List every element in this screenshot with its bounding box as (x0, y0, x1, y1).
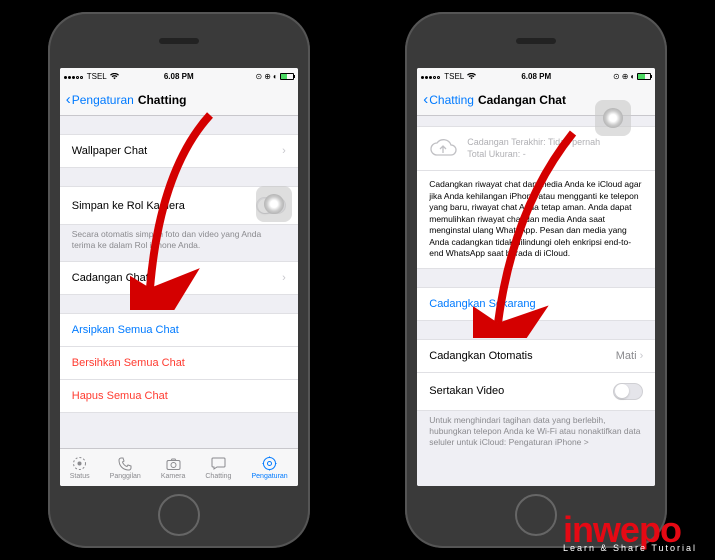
chevron-left-icon: ‹ (66, 92, 71, 107)
back-label: Chatting (429, 93, 474, 107)
tab-settings[interactable]: Pengaturan (251, 456, 287, 480)
signal-dots-icon (64, 72, 84, 81)
content-area: Wallpaper Chat › Simpan ke Rol Kamera Se… (60, 116, 298, 448)
tab-camera[interactable]: Kamera (161, 456, 186, 480)
row-label: Simpan ke Rol Kamera (72, 200, 185, 212)
row-label: Bersihkan Semua Chat (72, 357, 185, 369)
cloud-total-size: Total Ukuran: - (467, 149, 600, 161)
location-icon: ◐ (273, 72, 278, 81)
row-label: Hapus Semua Chat (72, 390, 168, 402)
tab-calls[interactable]: Panggilan (110, 456, 141, 480)
tab-label: Panggilan (110, 473, 141, 480)
battery-icon (280, 73, 294, 80)
wifi-icon (110, 73, 119, 80)
camera-icon (165, 456, 181, 472)
toggle-switch[interactable] (613, 383, 643, 400)
page-title: Chatting (138, 93, 187, 107)
status-bar: TSEL 6.08 PM ⊙ ⊕ ◐ (417, 68, 655, 84)
battery-icon (637, 73, 651, 80)
row-delete-all[interactable]: Hapus Semua Chat (60, 380, 298, 413)
assistive-touch-icon[interactable] (595, 100, 631, 136)
row-archive-all[interactable]: Arsipkan Semua Chat (60, 313, 298, 347)
row-clear-all[interactable]: Bersihkan Semua Chat (60, 347, 298, 380)
rotation-lock-icon: ⊕ (622, 72, 629, 81)
row-label: Wallpaper Chat (72, 145, 147, 157)
tab-status[interactable]: Status (70, 456, 90, 480)
save-footnote: Secara otomatis simpan foto dan video ya… (60, 225, 298, 261)
tab-label: Pengaturan (251, 473, 287, 480)
page-title: Cadangan Chat (478, 93, 566, 107)
alarm-icon: ⊙ (613, 72, 620, 81)
row-wallpaper-chat[interactable]: Wallpaper Chat › (60, 134, 298, 168)
row-label: Arsipkan Semua Chat (72, 324, 179, 336)
status-time: 6.08 PM (498, 72, 575, 81)
location-icon: ◐ (630, 72, 635, 81)
phone-frame-right: TSEL 6.08 PM ⊙ ⊕ ◐ ‹ Chatting Cadangan C… (405, 12, 667, 548)
signal-dots-icon (421, 72, 441, 81)
chevron-right-icon: › (282, 272, 286, 284)
screen-left: TSEL 6.08 PM ⊙ ⊕ ◐ ‹ Pengaturan Chatting (60, 68, 298, 486)
row-include-video[interactable]: Sertakan Video (417, 373, 655, 411)
carrier-label: TSEL (444, 72, 464, 81)
status-time: 6.08 PM (140, 72, 217, 81)
phone-frame-left: TSEL 6.08 PM ⊙ ⊕ ◐ ‹ Pengaturan Chatting (48, 12, 310, 548)
backup-description: Cadangkan riwayat chat dan media Anda ke… (417, 171, 655, 268)
row-backup-now[interactable]: Cadangkan Sekarang (417, 287, 655, 321)
wifi-icon (467, 73, 476, 80)
content-area: Cadangan Terakhir: Tidak pernah Total Uk… (417, 116, 655, 486)
row-label: Cadangkan Sekarang (429, 298, 535, 310)
chevron-left-icon: ‹ (423, 92, 428, 107)
row-value: Mati (616, 350, 637, 362)
back-label: Pengaturan (72, 93, 134, 107)
cloud-last-backup: Cadangan Terakhir: Tidak pernah (467, 137, 600, 149)
wifi-footnote: Untuk menghindari tagihan data yang berl… (417, 411, 655, 458)
tab-label: Kamera (161, 473, 186, 480)
phone-icon (117, 456, 133, 472)
row-auto-backup[interactable]: Cadangkan Otomatis Mati › (417, 339, 655, 373)
tab-bar: Status Panggilan Kamera Chatting Pengatu… (60, 448, 298, 486)
cloud-upload-icon (429, 137, 457, 159)
assistive-touch-icon[interactable] (256, 186, 292, 222)
watermark-tagline: Learn & Share Tutorial (563, 545, 697, 552)
nav-bar: ‹ Pengaturan Chatting (60, 84, 298, 116)
tab-chats[interactable]: Chatting (205, 456, 231, 480)
status-bar: TSEL 6.08 PM ⊙ ⊕ ◐ (60, 68, 298, 84)
chevron-right-icon: › (640, 350, 644, 362)
row-label: Sertakan Video (429, 385, 504, 397)
row-backup-chat[interactable]: Cadangan Chat › (60, 261, 298, 295)
back-button[interactable]: ‹ Pengaturan (66, 92, 134, 107)
screen-right: TSEL 6.08 PM ⊙ ⊕ ◐ ‹ Chatting Cadangan C… (417, 68, 655, 486)
row-label: Cadangan Chat (72, 272, 149, 284)
chevron-right-icon: › (282, 145, 286, 157)
gear-icon (262, 456, 278, 472)
row-label: Cadangkan Otomatis (429, 350, 532, 362)
alarm-icon: ⊙ (256, 72, 263, 81)
rotation-lock-icon: ⊕ (264, 72, 271, 81)
tab-label: Chatting (205, 473, 231, 480)
chat-icon (210, 456, 226, 472)
back-button[interactable]: ‹ Chatting (423, 92, 474, 107)
watermark-logo: inwepo Learn & Share Tutorial (563, 516, 697, 552)
status-icon (72, 456, 88, 472)
tab-label: Status (70, 473, 90, 480)
carrier-label: TSEL (87, 72, 107, 81)
